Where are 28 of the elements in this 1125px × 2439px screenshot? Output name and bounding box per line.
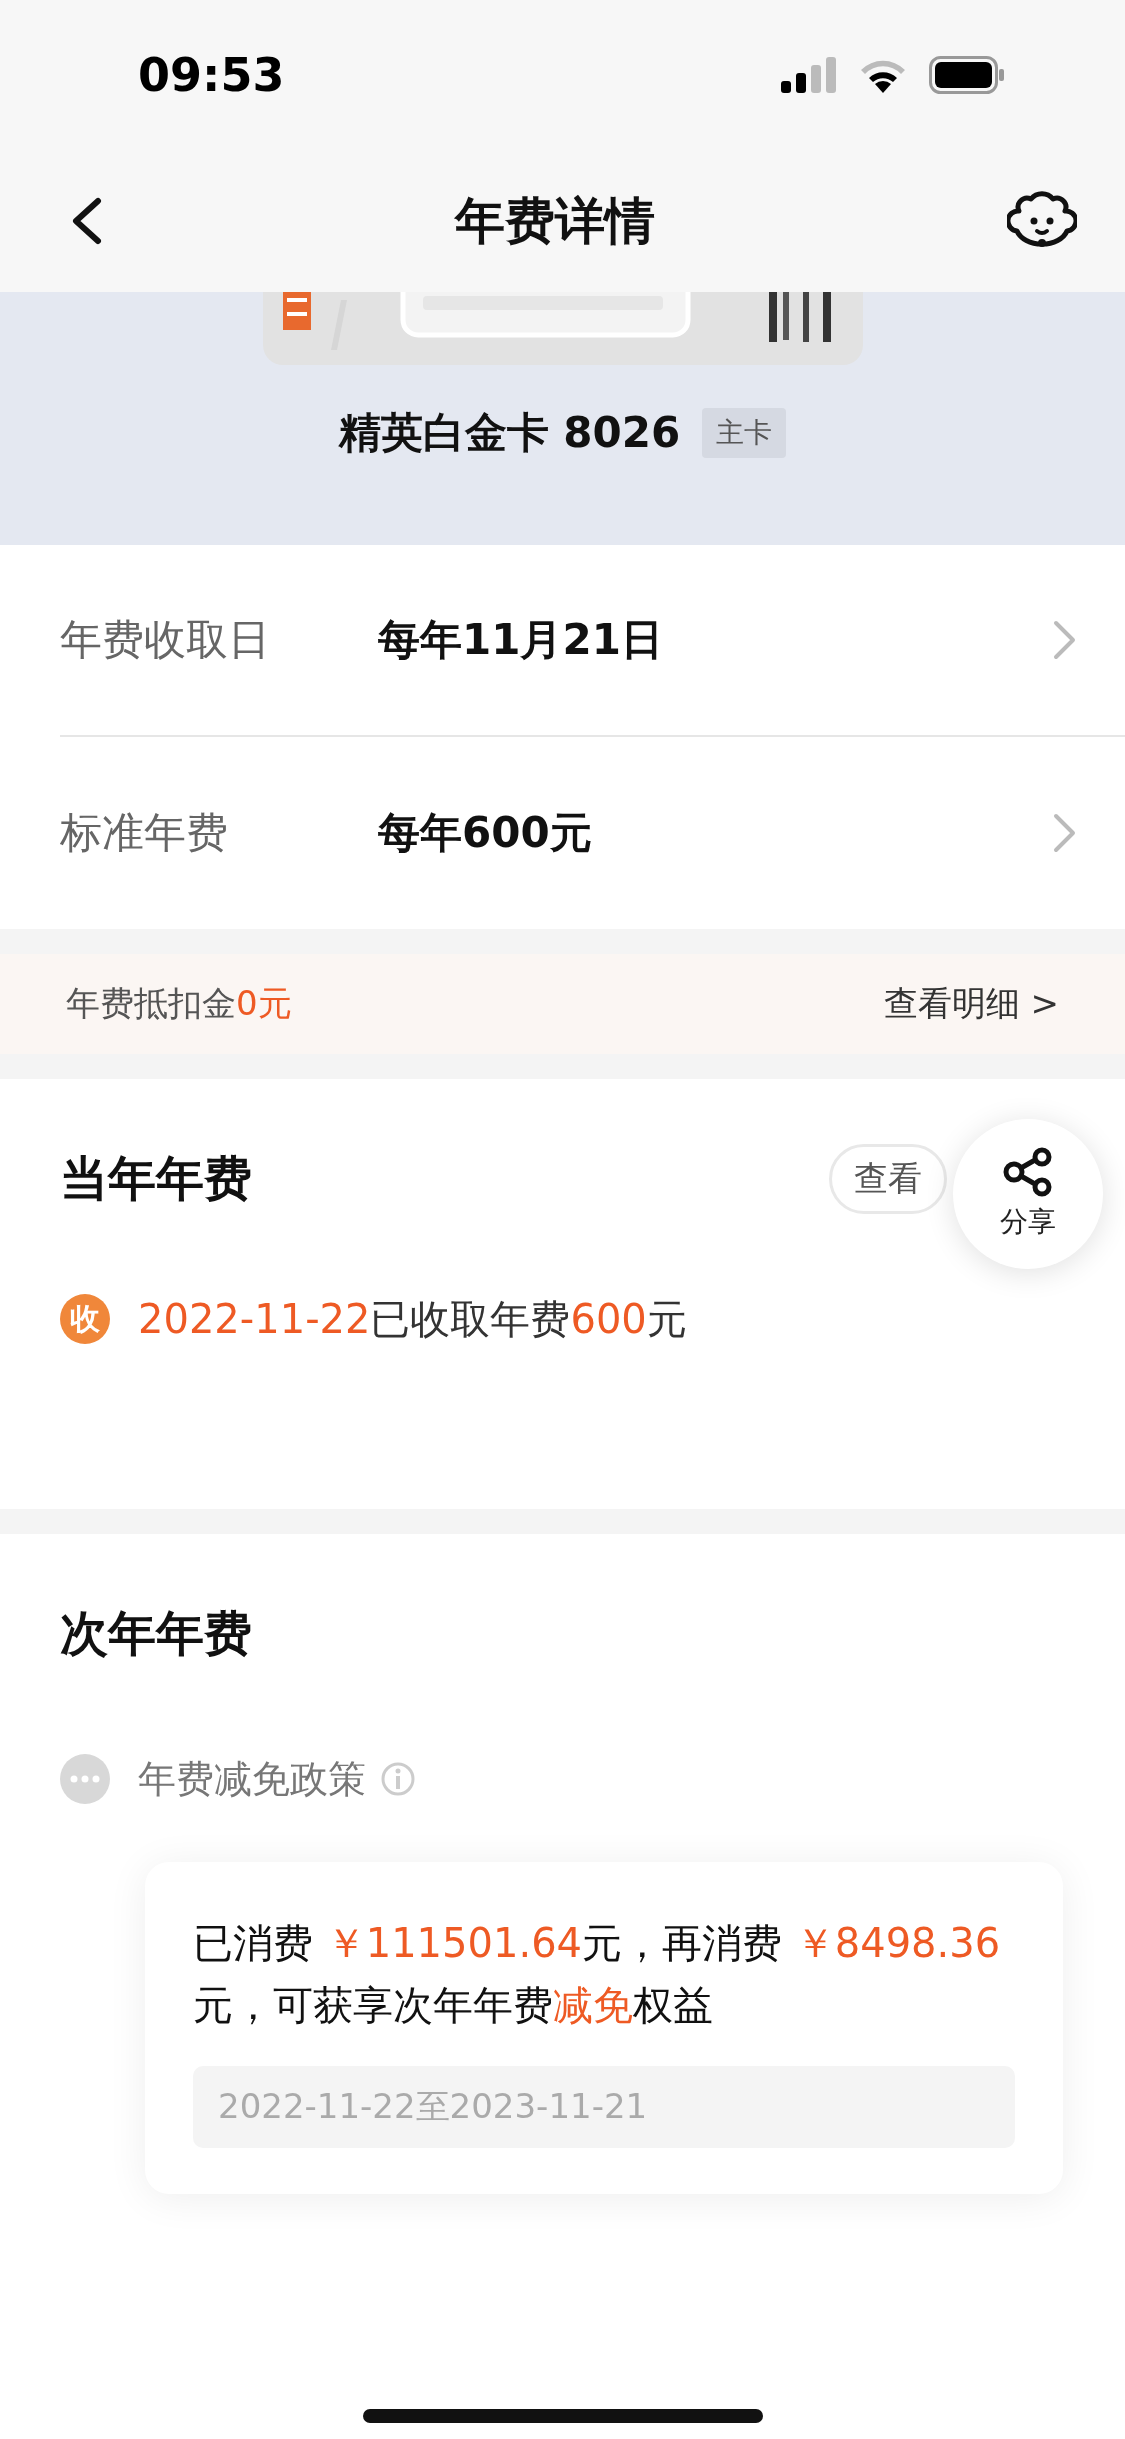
fee-record: 2022-11-22已收取年费600元	[138, 1294, 687, 1344]
share-icon	[1002, 1147, 1054, 1197]
row-value: 每年600元	[378, 807, 593, 859]
period-range: 2022-11-22至2023-11-21	[193, 2066, 1015, 2148]
collected-badge: 收	[60, 1294, 110, 1344]
info-row[interactable]: 年费收取日 每年11月21日	[60, 545, 1125, 737]
chevron-right-icon	[1053, 620, 1077, 660]
more-icon	[60, 1754, 110, 1804]
section-title: 当年年费	[60, 1149, 252, 1208]
back-icon[interactable]	[70, 197, 102, 245]
card-tag: 主卡	[702, 408, 787, 458]
spending-progress: 已消费 ￥111501.64元，再消费 ￥8498.36 元，可获享次年年费减免权益	[193, 1919, 1002, 2030]
signal-icon	[781, 57, 837, 93]
info-row[interactable]: 标准年费 每年600元	[60, 737, 1125, 929]
section-title: 次年年费	[60, 1604, 252, 1663]
share-button[interactable]: 分享	[953, 1119, 1103, 1269]
policy-label: 年费减免政策	[138, 1755, 366, 1803]
battery-icon	[929, 56, 1005, 94]
row-value: 每年11月21日	[378, 614, 664, 666]
row-label: 标准年费	[60, 807, 229, 859]
chevron-right-icon	[1053, 813, 1077, 853]
page-title: 年费详情	[454, 190, 655, 252]
row-label: 年费收取日	[60, 614, 271, 666]
bill-button[interactable]: 查看	[829, 1144, 947, 1214]
details-link[interactable]: 查看明细 >	[883, 981, 1059, 1027]
deduction-text: 年费抵扣金0元	[66, 982, 292, 1025]
status-time: 09:53	[138, 48, 285, 102]
card-name: 精英白金卡 8026	[338, 407, 681, 459]
